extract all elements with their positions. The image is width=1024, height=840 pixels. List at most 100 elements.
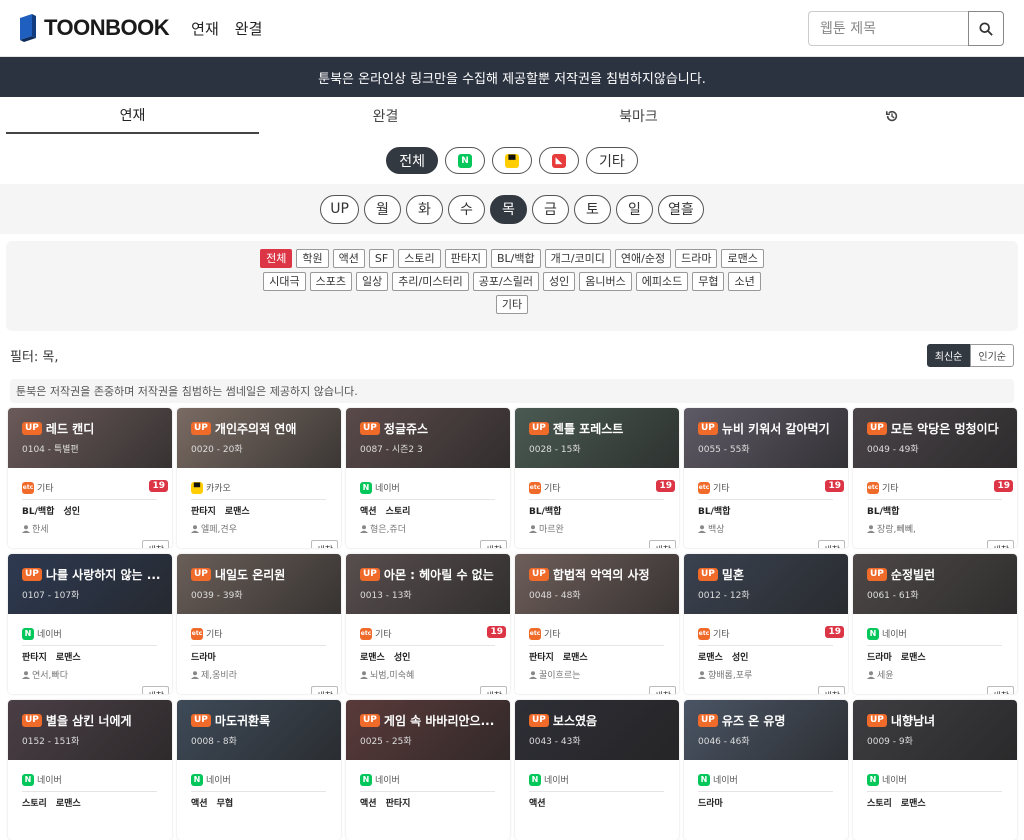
user-icon [22,670,30,679]
genre-tag[interactable]: 공포/스릴러 [472,272,540,291]
tab-completed[interactable]: 완결 [259,97,512,134]
user-icon [698,670,706,679]
webtoon-card[interactable]: UP 나를 사랑하지 않는 ... 0107 - 107화 N 네이버 판타지 로맨스… [8,554,172,694]
day-6[interactable]: 토 [573,194,611,224]
tab-bookmark[interactable]: 북마크 [512,97,765,134]
divider [867,499,1002,500]
tab-serial[interactable]: 연재 [6,97,259,134]
card-tags: 드라마 로맨스 [867,650,1003,663]
genre-tag[interactable]: 드라마 [675,249,718,268]
new-window-button[interactable]: 새창 [818,686,845,694]
webtoon-card[interactable]: UP 유즈 온 유명 0046 - 46화 N 네이버 드라마 [684,700,848,840]
webtoon-card[interactable]: UP 내향남녀 0009 - 9화 N 네이버 스토리 로맨스 [853,700,1017,840]
etc-icon: etc [698,627,710,640]
webtoon-card[interactable]: UP 아몬 : 헤아릴 수 없는 0013 - 13화 etc 기타 19 로맨스 성… [346,554,510,694]
new-window-button[interactable]: 새창 [480,540,507,548]
up-badge: UP [22,422,42,435]
new-window-button[interactable]: 새창 [311,686,338,694]
card-title: 밀혼 [721,568,744,582]
platform-toptoon[interactable]: ◣ [539,147,579,174]
webtoon-card[interactable]: UP 마도귀환록 0008 - 8화 N 네이버 액션 무협 [177,700,341,840]
webtoon-card[interactable]: UP 게임 속 바바리안으... 0025 - 25화 N 네이버 액션 판타지 [346,700,510,840]
card-tag: 액션 [360,507,377,517]
genre-tag[interactable]: 스토리 [398,249,441,268]
genre-tag[interactable]: 무협 [692,272,725,291]
new-window-button[interactable]: 새창 [818,540,845,548]
day-0[interactable]: UP [320,194,359,224]
genre-tag[interactable]: 개그/코미디 [544,249,611,268]
card-tag: 스토리 [22,799,47,809]
genre-tag[interactable]: 성인 [543,272,576,291]
divider [529,791,664,792]
up-badge: UP [698,422,718,435]
sort-latest[interactable]: 최신순 [926,343,971,367]
card-episode: 0020 - 20화 [191,445,243,455]
platform-all[interactable]: 전체 [386,147,438,174]
new-window-button[interactable]: 새창 [311,540,338,548]
divider [191,791,326,792]
nav-serial[interactable]: 연재 [191,18,219,39]
genre-tag[interactable]: 연애/순정 [614,249,672,268]
card-episode: 0009 - 9화 [867,737,913,747]
genre-tag[interactable]: 스포츠 [309,272,353,291]
webtoon-card[interactable]: UP 뉴비 키워서 갈아먹기 0055 - 55화 etc 기타 19 BL/백합 … [684,408,848,548]
card-platform: N 네이버 [698,773,834,786]
genre-tag[interactable]: 에피소드 [635,272,689,291]
webtoon-card[interactable]: UP개인주의적 연애 0020 - 20화 ▀카카오 판타지 로맨스 엘페,견우새… [177,408,341,548]
webtoon-card[interactable]: UP내일도 온리원 0039 - 39화 etc기타 드라마 제,옹비라새창 [177,554,341,694]
day-3[interactable]: 수 [447,194,485,224]
genre-tag[interactable]: BL/백합 [490,249,541,268]
day-1[interactable]: 월 [363,194,401,224]
platform-naver[interactable]: N [445,147,485,174]
new-window-button[interactable]: 새창 [987,686,1014,694]
new-window-button[interactable]: 새창 [649,540,676,548]
webtoon-card[interactable]: UP정글쥬스 0087 - 시즌2 3 N네이버 액션 스토리 형은,쥬더새창 [346,408,510,548]
up-badge: UP [360,422,380,435]
new-window-button[interactable]: 새창 [480,686,507,694]
new-window-button[interactable]: 새창 [649,686,676,694]
webtoon-card[interactable]: UP젠틀 포레스트 0028 - 15화 etc기타 19 BL/백합 마르완새… [515,408,679,548]
day-5[interactable]: 금 [531,194,569,224]
card-title: 마도귀환록 [214,714,271,728]
card-thumbnail: UP 젠틀 포레스트 0028 - 15화 [515,408,679,468]
genre-tag[interactable]: 추리/미스터리 [392,272,469,291]
genre-tag[interactable]: 소년 [728,272,761,291]
new-window-button[interactable]: 새창 [142,686,169,694]
genre-tag[interactable]: 일상 [356,272,389,291]
day-4[interactable]: 목 [489,194,527,224]
nav-completed[interactable]: 완결 [235,18,263,39]
webtoon-card[interactable]: UP 모든 악당은 멍청이다 0049 - 49화 etc 기타 19 BL/백합 … [853,408,1017,548]
webtoon-card[interactable]: UP순정빌런 0061 - 61화 N네이버 드라마 로맨스 세윤새창 [853,554,1017,694]
day-8[interactable]: 열흘 [657,194,704,224]
platform-kakao[interactable]: ▀ [492,147,532,174]
genre-tag[interactable]: 액션 [332,249,365,268]
genre-tag[interactable]: 학원 [296,249,329,268]
webtoon-card[interactable]: UP 보스였음 0043 - 43화 N 네이버 액션 [515,700,679,840]
card-tag: BL/백합 [867,507,900,517]
genre-tag[interactable]: 시대극 [263,272,306,291]
genre-tag[interactable]: 옴니버스 [579,272,632,291]
day-7[interactable]: 일 [615,194,653,224]
platform-etc[interactable]: 기타 [586,147,638,174]
tab-history[interactable] [765,97,1018,134]
genre-tag[interactable]: 전체 [260,249,293,268]
webtoon-card[interactable]: UP 별을 삼킨 너에게 0152 - 151화 N 네이버 스토리 로맨스 [8,700,172,840]
webtoon-card[interactable]: UP레드 캔디 0104 - 특별편 etc기타 19 BL/백합 성인 한세새창 [8,408,172,548]
day-2[interactable]: 화 [405,194,443,224]
genre-tag[interactable]: 로맨스 [721,249,764,268]
card-platform: etc 기타 [22,481,158,494]
card-episode: 0008 - 8화 [191,737,237,747]
card-episode: 0039 - 39화 [191,591,243,601]
genre-tag[interactable]: 기타 [495,295,529,314]
webtoon-card[interactable]: UP 합법적 악역의 사정 0048 - 48화 etc 기타 판타지 로맨스 꿀이흐… [515,554,679,694]
logo[interactable]: TOONBOOK [18,14,170,42]
new-window-button[interactable]: 새창 [987,540,1014,548]
search-input[interactable] [808,11,968,46]
new-window-button[interactable]: 새창 [142,540,169,548]
genre-tag[interactable]: SF [368,249,395,268]
card-episode: 0061 - 61화 [867,591,919,601]
search-button[interactable] [968,11,1004,46]
sort-popular[interactable]: 인기순 [970,343,1014,367]
genre-tag[interactable]: 판타지 [444,249,487,268]
webtoon-card[interactable]: UP밀혼 0012 - 12화 etc기타 19 로맨스 성인 향배롬,포루새창 [684,554,848,694]
